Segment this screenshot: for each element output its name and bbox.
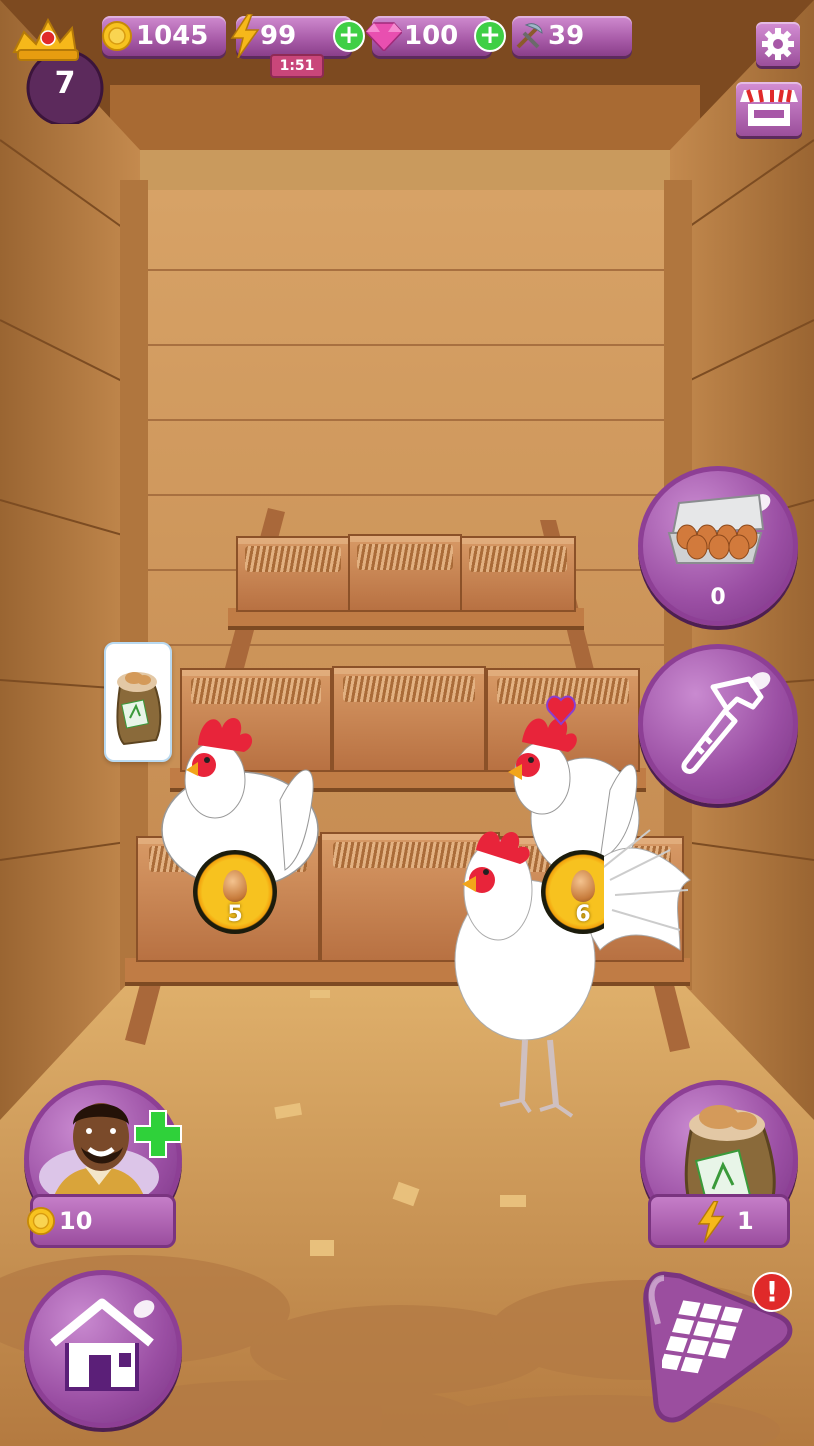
- tools-counter[interactable]: 39: [512, 16, 632, 56]
- nest-box[interactable]: [180, 668, 332, 772]
- settings-button[interactable]: [756, 22, 800, 66]
- house-icon: [50, 1298, 154, 1391]
- alert-mark: !: [765, 1275, 779, 1308]
- coins-counter[interactable]: 1045: [102, 16, 226, 56]
- hammer-icon: [681, 676, 764, 774]
- lightning-icon: [697, 1201, 725, 1243]
- gear-icon: [762, 28, 794, 60]
- farmer-cost-bar: 10: [27, 1194, 176, 1248]
- egg-carton-icon: [667, 493, 765, 564]
- energy-refill-timer: 1:51: [270, 54, 324, 78]
- lightning-icon: [230, 14, 260, 58]
- nest-box[interactable]: [236, 536, 350, 612]
- grid-map-icon: [662, 1300, 743, 1374]
- tools-value: 39: [548, 21, 585, 51]
- home-button[interactable]: [24, 1270, 182, 1428]
- shelf-bottom-plank: [125, 958, 690, 986]
- gem-icon: [366, 22, 402, 51]
- egg-carton-count: 0: [710, 585, 726, 610]
- shop-button[interactable]: [736, 82, 802, 136]
- nest-egg-count-left: 5: [227, 902, 243, 927]
- farmer-cost-value: 10: [59, 1207, 93, 1235]
- level-number: 7: [54, 66, 76, 101]
- nest-egg-badge-left[interactable]: 5: [193, 850, 277, 934]
- hen-request-bubble[interactable]: [104, 642, 172, 762]
- feed-cost-bar: 1: [648, 1194, 790, 1248]
- nest-box[interactable]: [348, 534, 462, 612]
- green-cross-icon: [134, 1110, 182, 1158]
- energy-value: 99: [260, 21, 297, 51]
- add-gems-button[interactable]: +: [474, 20, 506, 52]
- nest-box[interactable]: [460, 536, 576, 612]
- nest-box[interactable]: [332, 666, 486, 772]
- egg-carton-button[interactable]: 0: [638, 466, 798, 626]
- nest-box[interactable]: [486, 668, 640, 772]
- egg-icon: [223, 870, 247, 902]
- gems-value: 100: [404, 21, 459, 51]
- alert-badge: !: [752, 1272, 792, 1312]
- add-energy-button[interactable]: +: [333, 20, 365, 52]
- level-badge[interactable]: 7: [10, 14, 106, 124]
- nest-box[interactable]: [320, 832, 500, 962]
- coins-value: 1045: [136, 21, 209, 51]
- egg-icon: [571, 870, 595, 902]
- coin-icon: [27, 1207, 55, 1235]
- farm-map-button[interactable]: !: [636, 1264, 796, 1428]
- shop-stall-icon: [740, 89, 798, 126]
- feed-energy-cost: 1: [737, 1207, 754, 1235]
- build-hammer-button[interactable]: [638, 644, 798, 804]
- feed-bag-icon: [116, 672, 162, 746]
- pickaxe-hammer-icon: [516, 23, 543, 49]
- coin-icon: [102, 21, 132, 51]
